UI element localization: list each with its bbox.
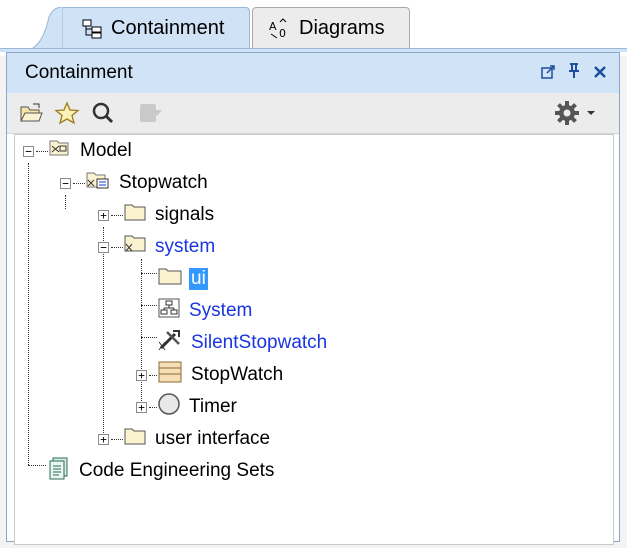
dropdown-arrow-icon[interactable]	[581, 99, 601, 127]
code-engineering-icon	[47, 456, 71, 486]
panel-toolbar	[7, 93, 619, 134]
containment-panel: Containment − Model − Stopwatch + signal…	[6, 52, 620, 545]
tree-node-user-interface[interactable]: + user interface	[98, 427, 272, 451]
tree-node-timer[interactable]: + Timer	[136, 392, 239, 422]
tab-diagrams-label: Diagrams	[299, 17, 385, 39]
diagram-icon	[157, 297, 181, 325]
tree-node-label: Timer	[189, 396, 237, 417]
tree-node-silentstopwatch[interactable]: SilentStopwatch	[157, 328, 329, 358]
gear-icon[interactable]	[553, 99, 581, 127]
svg-text:A: A	[269, 20, 277, 33]
folder-icon	[123, 202, 147, 228]
collapse-toggle[interactable]: −	[98, 241, 109, 253]
tab-containment-label: Containment	[111, 17, 225, 39]
open-folder-icon[interactable]	[17, 99, 45, 127]
tree-guide	[28, 465, 46, 466]
tree-node-label: Code Engineering Sets	[79, 460, 275, 481]
tree-node-signals[interactable]: + signals	[98, 203, 216, 227]
state-icon	[157, 392, 181, 422]
panel-title: Containment	[25, 62, 133, 83]
search-icon[interactable]	[89, 99, 117, 127]
tree-node-ui[interactable]: ui	[157, 267, 208, 291]
containment-tree: − Model − Stopwatch + signals − system u…	[14, 134, 614, 545]
svg-text:0: 0	[279, 27, 286, 40]
tree-guide	[73, 182, 85, 184]
tree-node-model[interactable]: − Model	[23, 139, 134, 163]
tree-node-label: user interface	[155, 428, 271, 449]
tools-icon	[157, 328, 183, 358]
tree-node-label: SilentStopwatch	[191, 332, 328, 353]
tab-edge	[29, 7, 63, 50]
tab-diagrams[interactable]: A0 Diagrams	[252, 7, 410, 49]
tree-guide	[141, 305, 157, 306]
tree-node-system[interactable]: − system	[98, 235, 217, 259]
collapse-toggle[interactable]: −	[60, 177, 71, 189]
block-icon	[157, 360, 183, 390]
tree-guide	[28, 163, 29, 465]
tree-node-stopwatch[interactable]: − Stopwatch	[60, 171, 210, 195]
expand-toggle[interactable]: +	[98, 209, 109, 221]
float-icon[interactable]	[541, 63, 555, 85]
app-window: Containment A0 Diagrams Containment − Mo…	[0, 0, 627, 548]
pin-icon[interactable]	[567, 63, 581, 85]
tree-node-label: StopWatch	[191, 364, 284, 385]
tree-node-stopwatch-block[interactable]: + StopWatch	[136, 360, 285, 390]
tree-guide	[149, 374, 157, 376]
model-icon	[48, 137, 72, 165]
tree-guide	[111, 214, 123, 216]
package-icon	[85, 169, 111, 197]
tree-node-label: Stopwatch	[119, 172, 208, 193]
tree-node-label-selected: ui	[189, 268, 208, 290]
tree-guide	[111, 246, 123, 248]
containment-tree-icon	[81, 19, 103, 39]
tree-guide	[141, 337, 157, 338]
tree-node-label: System	[189, 300, 253, 321]
tab-containment[interactable]: Containment	[29, 7, 250, 50]
panel-title-bar: Containment	[7, 53, 619, 93]
tree-node-system-diagram[interactable]: System	[157, 297, 254, 325]
tree-guide	[65, 195, 66, 209]
folder-icon	[123, 426, 147, 452]
package-icon	[123, 233, 147, 261]
close-icon[interactable]	[593, 63, 607, 85]
tree-node-label: signals	[155, 204, 215, 225]
expand-toggle[interactable]: +	[98, 433, 109, 445]
sync-icon[interactable]	[137, 99, 165, 127]
expand-toggle[interactable]: +	[136, 401, 147, 413]
tree-guide	[141, 273, 157, 274]
diagrams-icon: A0	[269, 17, 291, 40]
tree-node-label: system	[155, 236, 216, 257]
expand-toggle[interactable]: +	[136, 369, 147, 381]
tree-guide	[111, 438, 123, 440]
collapse-toggle[interactable]: −	[23, 145, 34, 157]
panel-controls	[541, 63, 607, 85]
tree-node-label: Model	[80, 140, 132, 161]
folder-icon	[157, 266, 183, 292]
tree-node-code-engineering-sets[interactable]: Code Engineering Sets	[47, 456, 276, 486]
tree-guide	[149, 406, 157, 408]
tree-guide	[36, 150, 48, 152]
tab-strip: Containment A0 Diagrams	[0, 0, 627, 56]
star-icon[interactable]	[53, 99, 81, 127]
